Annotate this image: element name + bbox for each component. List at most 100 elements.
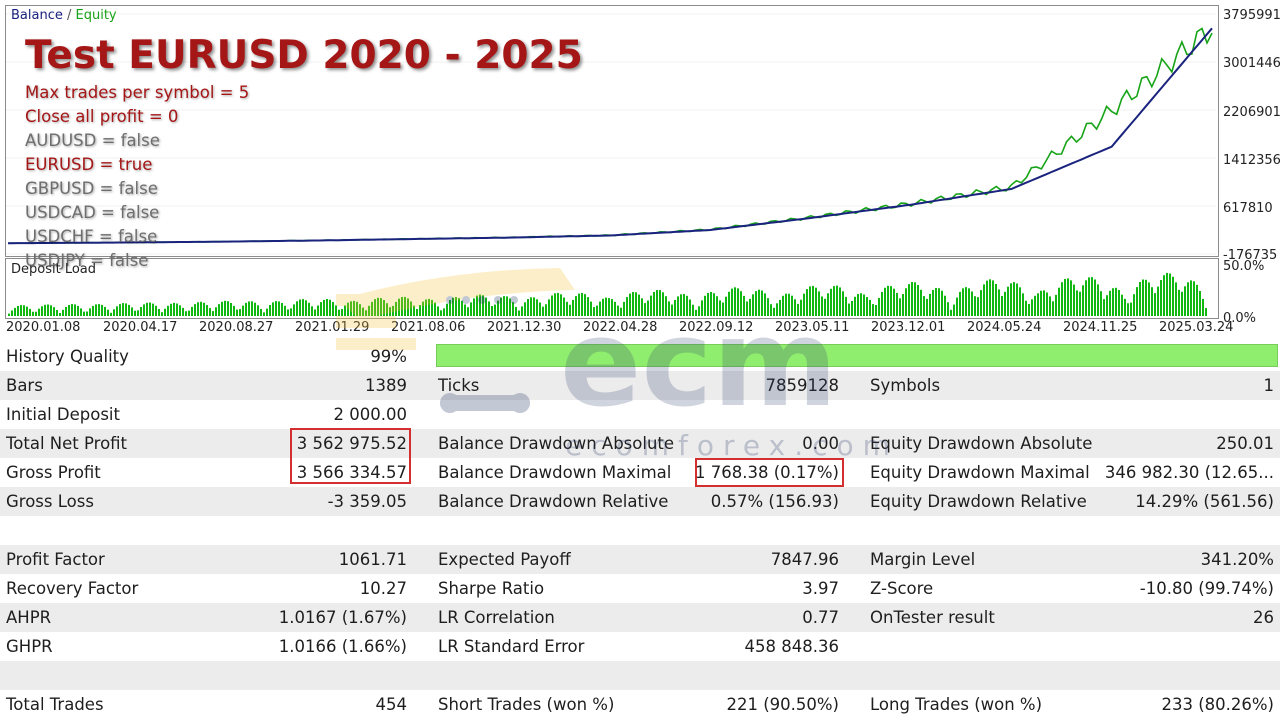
deposit-bar (467, 307, 469, 316)
deposit-bar (545, 304, 547, 316)
deposit-bar (431, 299, 433, 316)
deposit-bar (584, 294, 586, 316)
chart-title: Test EURUSD 2020 - 2025 (25, 33, 583, 78)
deposit-bar (230, 303, 232, 316)
stat-label: Recovery Factor (6, 579, 139, 598)
deposit-bar (836, 285, 838, 316)
deposit-bar (515, 306, 517, 316)
deposit-bar (419, 305, 421, 316)
deposit-bar (344, 305, 346, 316)
deposit-bar (965, 287, 967, 316)
deposit-bar (506, 296, 508, 316)
deposit-bar (635, 292, 637, 316)
stat-value: 0.57% (156.93) (710, 492, 839, 511)
deposit-bar (491, 306, 493, 316)
deposit-bar (134, 310, 136, 316)
deposit-bar (1013, 282, 1015, 316)
deposit-bar (209, 308, 211, 316)
param-line: EURUSD = true (25, 155, 153, 174)
param-line: GBPUSD = false (25, 179, 158, 198)
deposit-bar (644, 303, 646, 316)
deposit-bar (338, 309, 340, 316)
deposit-bar (191, 306, 193, 316)
deposit-bar (719, 300, 721, 316)
deposit-bar (833, 286, 835, 316)
deposit-bar (1136, 287, 1138, 316)
deposit-bar (68, 305, 70, 316)
deposit-bar (1064, 279, 1066, 316)
deposit-bar (77, 306, 79, 316)
stat-label: AHPR (6, 608, 52, 627)
deposit-bar (1019, 287, 1021, 316)
deposit-bar (605, 297, 607, 316)
deposit-bar (302, 299, 304, 316)
deposit-bar (362, 307, 364, 316)
stat-value (1080, 632, 1274, 661)
deposit-bar (113, 309, 115, 316)
deposit-bar (347, 302, 349, 316)
deposit-bar (428, 298, 430, 316)
deposit-bar (1121, 294, 1123, 316)
deposit-bar (797, 303, 799, 316)
deposit-bar (425, 299, 427, 316)
stat-value: 7847.96 (770, 550, 839, 569)
deposit-bar (815, 287, 817, 316)
deposit-bar (149, 302, 151, 316)
stat-value: -10.80 (99.74%) (1139, 579, 1274, 598)
deposit-bar (725, 296, 727, 316)
deposit-bar (569, 304, 571, 316)
deposit-bar (1073, 284, 1075, 316)
deposit-bar (392, 305, 394, 316)
deposit-bar (914, 282, 916, 316)
y-tick-label: 617810 (1223, 201, 1273, 216)
deposit-bar (143, 304, 145, 316)
stats-row: Bars 1389 Ticks 7859128 Symbols 1 (0, 371, 1280, 400)
stat-label: Gross Profit (6, 463, 101, 482)
stat-value: 99% (370, 347, 407, 366)
y-tick-label: 2206901 (1223, 105, 1280, 120)
deposit-bar (176, 303, 178, 316)
deposit-bar (1097, 284, 1099, 316)
deposit-bar (17, 306, 19, 316)
stat-label: Equity Drawdown Relative (870, 492, 1087, 511)
stat-value (1080, 400, 1274, 429)
stat-label: Margin Level (870, 550, 976, 569)
deposit-bar (290, 308, 292, 316)
stat-label: Z-Score (870, 579, 934, 598)
deposit-bar (200, 301, 202, 316)
deposit-bar (818, 291, 820, 316)
deposit-bar (1148, 282, 1150, 316)
deposit-bar (884, 287, 886, 316)
deposit-bar (956, 297, 958, 316)
deposit-bar (503, 296, 505, 316)
deposit-bar (1085, 280, 1087, 316)
deposit-bar (773, 307, 775, 316)
deposit-bar (185, 311, 187, 316)
deposit-bar (911, 282, 913, 316)
deposit-bar (233, 305, 235, 316)
deposit-bar (761, 290, 763, 316)
deposit-bar (614, 301, 616, 316)
deposit-bar (329, 299, 331, 316)
deposit-bar (449, 300, 451, 316)
deposit-bar (80, 308, 82, 316)
deposit-bar (1115, 287, 1117, 316)
deposit-bar (275, 301, 277, 316)
deposit-bar (785, 293, 787, 316)
deposit-bar (701, 300, 703, 316)
stat-label: Total Net Profit (6, 434, 128, 453)
deposit-bar (791, 295, 793, 316)
deposit-bar (446, 303, 448, 316)
deposit-bar (455, 297, 457, 316)
stat-value (680, 661, 839, 690)
deposit-bar (653, 291, 655, 316)
deposit-bar (383, 300, 385, 316)
deposit-bar (737, 288, 739, 316)
deposit-bar (509, 298, 511, 316)
deposit-bar (278, 301, 280, 316)
deposit-bar (755, 291, 757, 316)
stat-value (250, 661, 407, 690)
deposit-bar (905, 288, 907, 316)
deposit-bar (437, 306, 439, 316)
deposit-bar (536, 299, 538, 316)
